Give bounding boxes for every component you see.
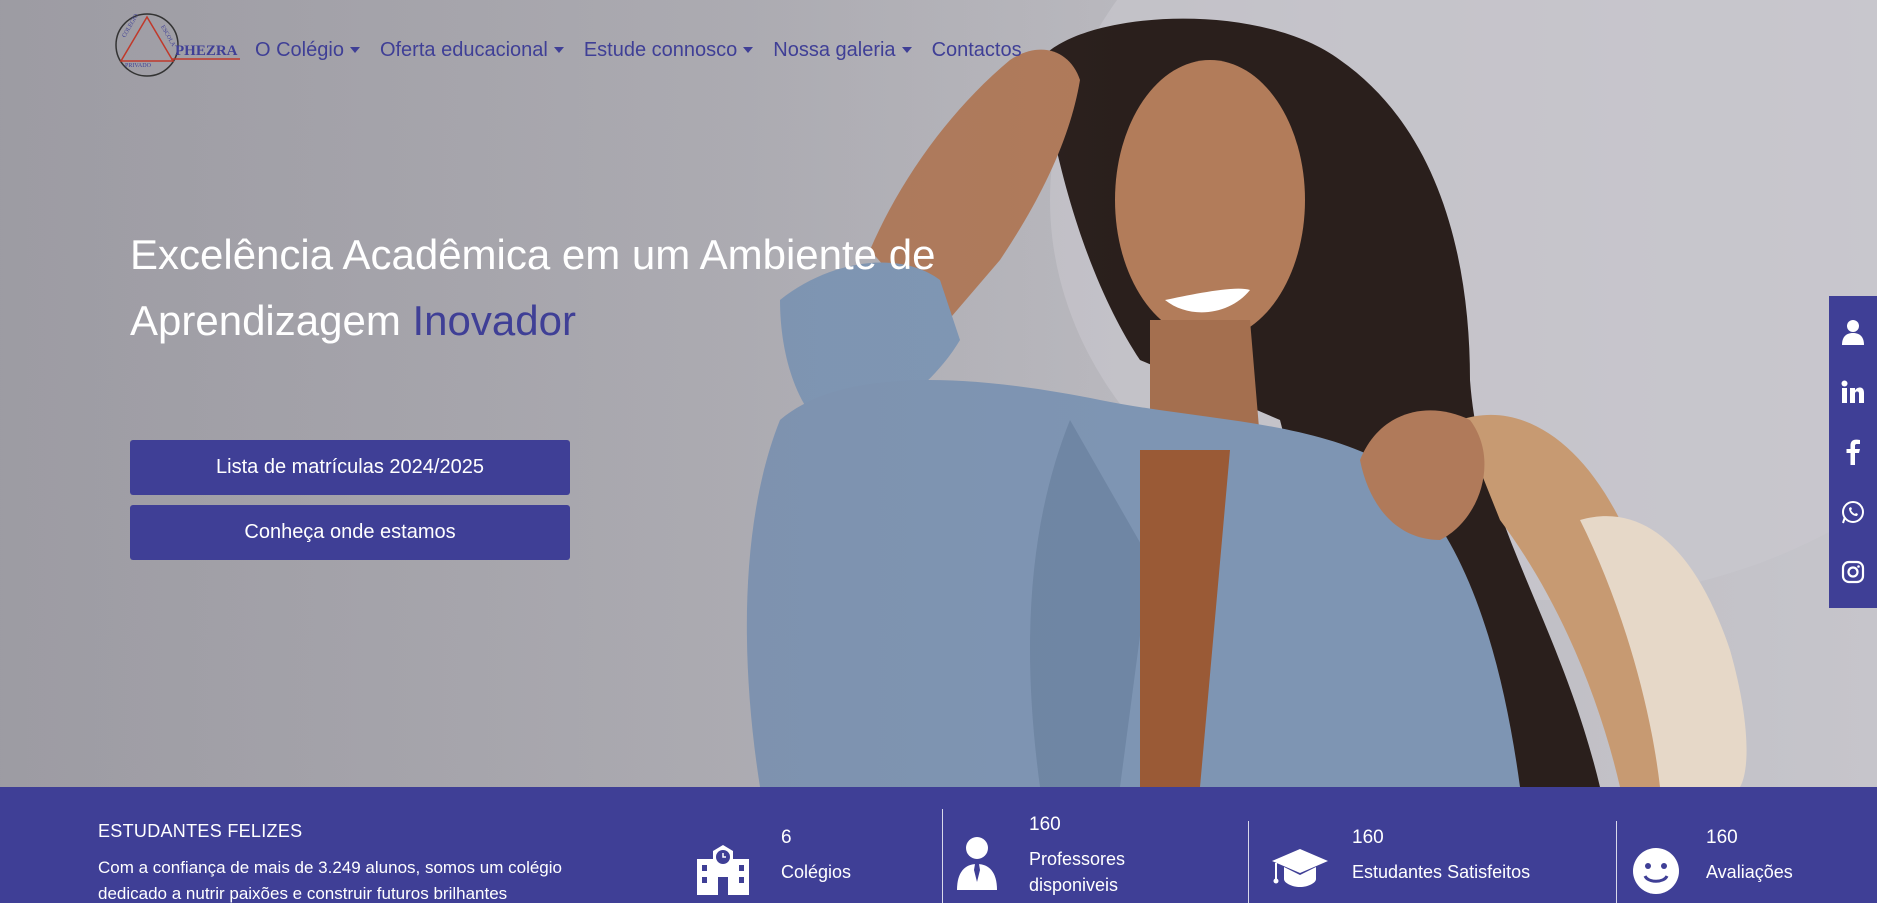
nav-item-label: Oferta educacional: [379, 38, 548, 61]
find-us-button[interactable]: Conheça onde estamos: [130, 505, 570, 560]
smiley-icon: [1632, 827, 1696, 894]
nav-item-contactos[interactable]: Contactos: [932, 37, 1022, 62]
nav-item-label: O Colégio: [255, 38, 344, 61]
nav-item-oferta-educacional[interactable]: Oferta educacional: [380, 37, 564, 62]
logo-emblem: PRIVADO COLEGIO ESCOLA PHEZRA: [115, 13, 240, 77]
stat-value: 160: [1706, 827, 1738, 848]
linkedin-icon[interactable]: [1839, 378, 1867, 406]
caret-down-icon: [553, 47, 564, 53]
logo-ring-top-text: COLEGIO: [122, 13, 141, 39]
stat-label: Colégios: [781, 862, 852, 882]
facebook-icon[interactable]: [1839, 438, 1867, 466]
headline-accent: Inovador: [412, 297, 576, 344]
caret-down-icon: [349, 47, 360, 53]
nav-item-o-colegio[interactable]: O Colégio: [255, 37, 360, 62]
nav-menu: O Colégio Oferta educacional Estude conn…: [255, 37, 1042, 62]
main-navbar: PRIVADO COLEGIO ESCOLA PHEZRA O Colégio …: [115, 8, 1042, 90]
hero-overlay: [0, 0, 1877, 787]
nav-item-estude-connosco[interactable]: Estude connosco: [583, 37, 754, 62]
stat-avaliacoes: 160 Avaliações: [1632, 827, 1793, 894]
enrollment-list-button[interactable]: Lista de matrículas 2024/2025: [130, 440, 570, 495]
logo-ring-bottom-text: PRIVADO: [125, 63, 152, 69]
hero-section: [0, 0, 1877, 787]
stat-value: 160: [1029, 814, 1061, 835]
stats-title: ESTUDANTES FELIZES: [98, 821, 303, 841]
stat-label: Estudantes Satisfeitos: [1352, 862, 1531, 882]
caret-down-icon: [743, 47, 754, 53]
stat-divider: [942, 809, 943, 903]
stat-colegios: 6 Colégios: [693, 827, 852, 895]
nav-item-label: Nossa galeria: [773, 38, 896, 61]
stat-divider: [1616, 821, 1617, 903]
stat-professores: 160 Professores disponiveis: [955, 814, 1169, 898]
whatsapp-icon[interactable]: [1839, 498, 1867, 526]
caret-down-icon: [901, 47, 912, 53]
site-logo[interactable]: PRIVADO COLEGIO ESCOLA PHEZRA: [115, 9, 245, 89]
hero-headline: Excelência Acadêmica em um Ambiente de A…: [130, 222, 1030, 354]
stat-estudantes: 160 Estudantes Satisfeitos: [1270, 827, 1530, 891]
nav-item-label: Estude connosco: [583, 38, 738, 61]
stats-description: Com a confiança de mais de 3.249 alunos,…: [98, 858, 562, 903]
school-icon: [693, 827, 757, 895]
stat-label: Professores disponiveis: [1029, 849, 1126, 895]
stat-divider: [1248, 821, 1249, 903]
nav-item-nossa-galeria[interactable]: Nossa galeria: [773, 37, 912, 62]
headline-line-1: Excelência Acadêmica em um Ambiente de: [130, 231, 936, 278]
headline-line-2: Aprendizagem: [130, 297, 401, 344]
stats-bar: ESTUDANTES FELIZES Com a confiança de ma…: [0, 787, 1877, 903]
teacher-icon: [955, 814, 1003, 890]
social-sidebar: [1829, 296, 1877, 608]
graduation-cap-icon: [1270, 827, 1334, 891]
stat-value: 6: [781, 827, 792, 848]
logo-text: PHEZRA: [175, 43, 238, 59]
stat-label: Avaliações: [1706, 862, 1793, 882]
nav-item-label: Contactos: [931, 38, 1022, 61]
instagram-icon[interactable]: [1839, 558, 1867, 586]
user-icon[interactable]: [1839, 318, 1867, 346]
stat-value: 160: [1352, 827, 1384, 848]
